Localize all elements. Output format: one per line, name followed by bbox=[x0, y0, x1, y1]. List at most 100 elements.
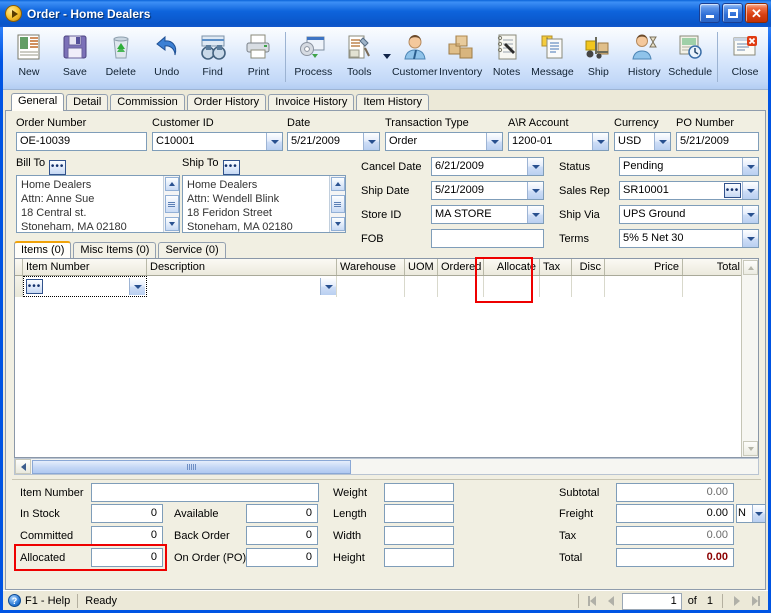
grid-header-tax[interactable]: Tax bbox=[540, 259, 572, 275]
grid-header-ordered[interactable]: Ordered bbox=[438, 259, 484, 275]
ship-date-combo[interactable]: 5/21/2009 bbox=[431, 181, 544, 200]
scroll-down-icon[interactable] bbox=[330, 217, 345, 231]
grid-vertical-scrollbar[interactable] bbox=[741, 259, 758, 457]
cell-uom[interactable] bbox=[405, 276, 438, 297]
chevron-down-icon[interactable] bbox=[527, 158, 543, 175]
scroll-up-icon[interactable] bbox=[164, 177, 179, 191]
toolbar-button-customer[interactable]: Customer bbox=[392, 30, 438, 88]
status-combo[interactable]: Pending bbox=[619, 157, 759, 176]
chevron-down-icon[interactable] bbox=[486, 133, 502, 150]
date-combo[interactable]: 5/21/2009 bbox=[287, 132, 380, 151]
grid-header-warehouse[interactable]: Warehouse bbox=[337, 259, 405, 275]
chevron-down-icon[interactable] bbox=[527, 182, 543, 199]
chevron-down-icon[interactable] bbox=[266, 133, 282, 150]
tab-detail[interactable]: Detail bbox=[66, 94, 109, 110]
grid-scroll-up-icon[interactable] bbox=[743, 260, 758, 275]
height-input[interactable] bbox=[384, 548, 454, 567]
hscroll-left-icon[interactable] bbox=[15, 459, 31, 474]
freight-value[interactable]: 0.00 bbox=[616, 504, 734, 523]
tab-invoice-history[interactable]: Invoice History bbox=[268, 94, 355, 110]
ar-account-combo[interactable]: 1200-01 bbox=[508, 132, 609, 151]
previous-record-button[interactable] bbox=[603, 593, 620, 609]
tab-item-history[interactable]: Item History bbox=[356, 94, 430, 110]
chevron-down-icon[interactable] bbox=[527, 206, 543, 223]
order-number-input[interactable]: OE-10039 bbox=[16, 132, 147, 151]
help-pane[interactable]: ? F1 - Help bbox=[8, 592, 70, 610]
sales-rep-combo[interactable]: SR10001 ••• bbox=[619, 181, 759, 200]
last-record-button[interactable] bbox=[747, 593, 764, 609]
bill-to-scrollbar[interactable] bbox=[163, 176, 179, 232]
width-input[interactable] bbox=[384, 526, 454, 545]
tab-items[interactable]: Items (0) bbox=[14, 241, 72, 258]
grid-header-total[interactable]: Total bbox=[683, 259, 743, 275]
on-order-po-value[interactable]: 0 bbox=[246, 548, 318, 567]
line-items-grid[interactable]: Item Number Description Warehouse UOM Or… bbox=[14, 258, 759, 458]
chevron-down-icon[interactable] bbox=[129, 278, 145, 295]
toolbar-button-schedule[interactable]: Schedule bbox=[667, 30, 713, 88]
ship-to-scrollbar[interactable] bbox=[329, 176, 345, 232]
grid-header-uom[interactable]: UOM bbox=[405, 259, 438, 275]
maximize-button[interactable] bbox=[722, 3, 743, 23]
cell-warehouse[interactable] bbox=[337, 276, 405, 297]
table-row[interactable]: ••• bbox=[15, 276, 758, 297]
committed-value[interactable]: 0 bbox=[91, 526, 163, 545]
grid-header-allocate[interactable]: Allocate bbox=[484, 259, 540, 275]
grid-header-description[interactable]: Description bbox=[147, 259, 337, 275]
terms-combo[interactable]: 5% 5 Net 30 bbox=[619, 229, 759, 248]
transaction-type-combo[interactable]: Order bbox=[385, 132, 503, 151]
cell-ordered[interactable] bbox=[438, 276, 484, 297]
toolbar-button-save[interactable]: Save bbox=[52, 30, 98, 88]
scroll-thumb[interactable] bbox=[164, 195, 179, 213]
item-number-browse-button[interactable]: ••• bbox=[26, 279, 43, 294]
bill-to-address-box[interactable]: Home Dealers Attn: Anne Sue 18 Central s… bbox=[16, 175, 180, 233]
grid-scroll-down-icon[interactable] bbox=[743, 441, 758, 456]
cell-description[interactable] bbox=[147, 276, 337, 297]
record-number-input[interactable]: 1 bbox=[621, 592, 682, 610]
chevron-down-icon[interactable] bbox=[654, 133, 670, 150]
toolbar-button-print[interactable]: Print bbox=[236, 30, 282, 88]
detail-item-number-input[interactable] bbox=[91, 483, 319, 502]
toolbar-button-delete[interactable]: Delete bbox=[98, 30, 144, 88]
tab-misc-items[interactable]: Misc Items (0) bbox=[73, 242, 157, 258]
scroll-down-icon[interactable] bbox=[164, 217, 179, 231]
scroll-thumb[interactable] bbox=[330, 195, 345, 213]
tab-commission[interactable]: Commission bbox=[110, 94, 185, 110]
length-input[interactable] bbox=[384, 504, 454, 523]
chevron-down-icon[interactable] bbox=[363, 133, 379, 150]
ship-via-combo[interactable]: UPS Ground bbox=[619, 205, 759, 224]
toolbar-button-new[interactable]: New bbox=[6, 30, 52, 88]
cell-price[interactable] bbox=[605, 276, 683, 297]
cell-item-number[interactable]: ••• bbox=[23, 276, 147, 297]
store-id-combo[interactable]: MA STORE bbox=[431, 205, 544, 224]
toolbar-button-find[interactable]: Find bbox=[190, 30, 236, 88]
chevron-down-icon[interactable] bbox=[320, 278, 336, 295]
chevron-down-icon[interactable] bbox=[742, 158, 758, 175]
chevron-down-icon[interactable] bbox=[752, 505, 765, 522]
toolbar-button-tools[interactable]: Tools bbox=[336, 30, 382, 88]
toolbar-button-notes[interactable]: Notes bbox=[484, 30, 530, 88]
cell-allocate[interactable] bbox=[484, 276, 540, 297]
weight-input[interactable] bbox=[384, 483, 454, 502]
chevron-down-icon[interactable] bbox=[742, 206, 758, 223]
row-selector-cell[interactable] bbox=[15, 276, 23, 297]
chevron-down-icon[interactable] bbox=[742, 182, 758, 199]
available-value[interactable]: 0 bbox=[246, 504, 318, 523]
tab-order-history[interactable]: Order History bbox=[186, 94, 267, 110]
toolbar-button-history[interactable]: History bbox=[621, 30, 667, 88]
back-order-value[interactable]: 0 bbox=[246, 526, 318, 545]
ship-to-browse-button[interactable]: ••• bbox=[222, 159, 240, 175]
next-record-button[interactable] bbox=[728, 593, 745, 609]
chevron-down-icon[interactable] bbox=[592, 133, 608, 150]
close-button[interactable]: ✕ bbox=[745, 3, 768, 23]
currency-combo[interactable]: USD bbox=[614, 132, 671, 151]
minimize-button[interactable] bbox=[699, 3, 720, 23]
in-stock-value[interactable]: 0 bbox=[91, 504, 163, 523]
toolbar-button-ship[interactable]: Ship bbox=[575, 30, 621, 88]
grid-header-disc[interactable]: Disc bbox=[572, 259, 605, 275]
grid-header-price[interactable]: Price bbox=[605, 259, 683, 275]
po-number-input[interactable]: 5/21/2009 bbox=[676, 132, 759, 151]
freight-taxable-combo[interactable]: N bbox=[736, 504, 766, 523]
tools-dropdown-caret-icon[interactable] bbox=[382, 30, 392, 82]
scroll-up-icon[interactable] bbox=[330, 177, 345, 191]
ship-to-address-box[interactable]: Home Dealers Attn: Wendell Blink 18 Feri… bbox=[182, 175, 346, 233]
